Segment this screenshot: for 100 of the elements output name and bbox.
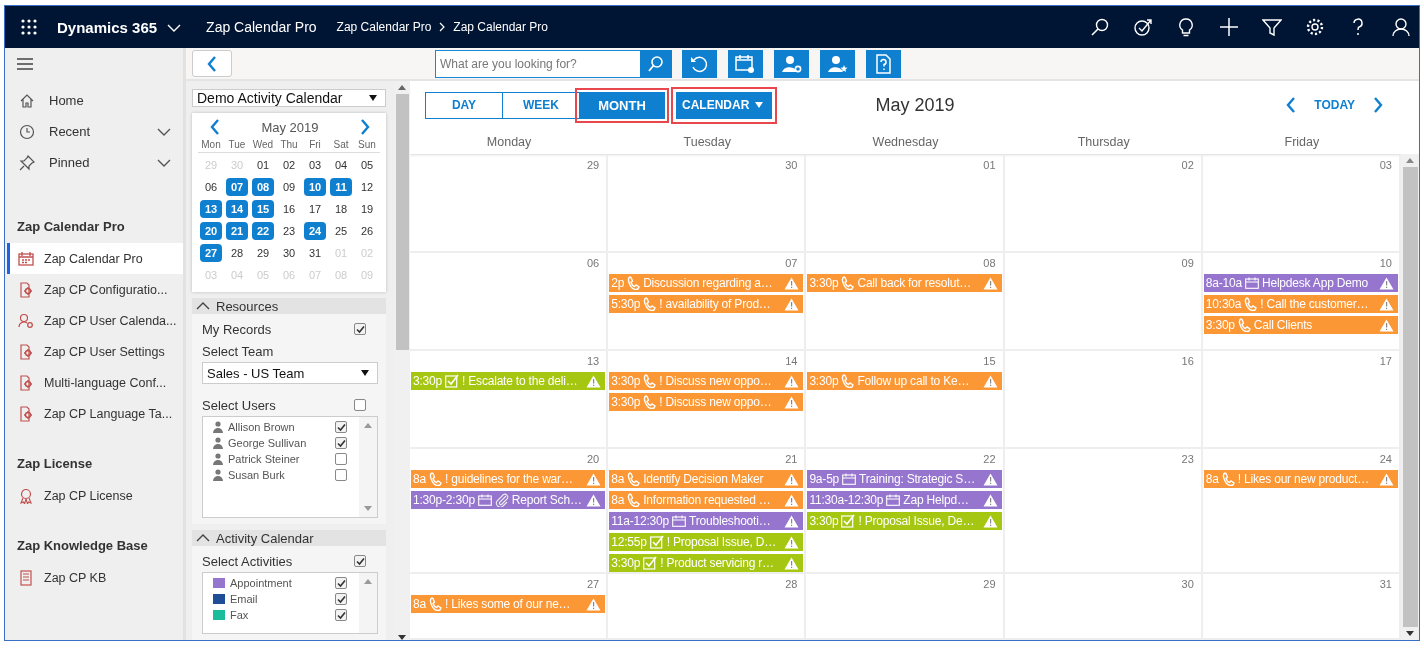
calendar-day[interactable]: 29 [252, 244, 274, 262]
scroll-up-arrow-icon[interactable] [1406, 158, 1414, 163]
checkbox[interactable] [335, 421, 347, 433]
calendar-day[interactable]: 12 [356, 178, 378, 196]
calendar-day[interactable]: 04 [330, 156, 352, 174]
activity-type[interactable]: Email [230, 593, 258, 605]
user-settings-button[interactable] [774, 49, 809, 78]
checkbox[interactable] [354, 555, 366, 567]
filter-icon[interactable] [1262, 17, 1282, 37]
calendar-day[interactable]: 19 [356, 200, 378, 218]
user-favorites-button[interactable] [820, 49, 855, 78]
calendar-day[interactable]: 15 [252, 200, 274, 218]
previous-month-icon[interactable] [210, 119, 220, 135]
calendar-day[interactable]: 26 [356, 222, 378, 240]
checkbox[interactable] [335, 577, 347, 589]
checkbox[interactable] [335, 593, 347, 605]
scroll-down-arrow-icon[interactable] [398, 635, 406, 640]
calendar-event[interactable]: 3:30p Call back for resolut… [807, 274, 1002, 292]
search-field[interactable]: What are you looking for? [435, 49, 640, 78]
nav-item[interactable]: Multi-language Conf... [7, 367, 183, 398]
nav-item[interactable]: Home [49, 93, 84, 108]
calendar-day[interactable]: 22 [252, 222, 274, 240]
calendar-event[interactable]: 8a ! guidelines for the war… [411, 470, 606, 488]
previous-icon[interactable] [1286, 97, 1297, 113]
help-document-button[interactable] [866, 49, 901, 78]
calendar-day[interactable]: 25 [330, 222, 352, 240]
user-name[interactable]: Susan Burk [228, 469, 285, 481]
scroll-up-arrow-icon[interactable] [364, 423, 372, 428]
checkbox[interactable] [335, 469, 347, 481]
next-icon[interactable] [1373, 97, 1383, 113]
breadcrumb-link[interactable]: Zap Calendar Pro [453, 20, 549, 34]
activity-type[interactable]: Fax [230, 609, 249, 621]
calendar-event[interactable]: 3:30p Follow up call to Ke… [807, 372, 1002, 390]
calendar-day[interactable]: 27 [200, 244, 222, 262]
refresh-button[interactable] [682, 49, 717, 78]
calendar-day[interactable]: 06 [200, 178, 222, 196]
settings-icon[interactable] [1305, 17, 1325, 37]
activity-type[interactable]: Appointment [230, 577, 292, 589]
team-dropdown[interactable]: Sales - US Team [202, 362, 378, 384]
user-name[interactable]: Allison Brown [228, 421, 295, 433]
product-name[interactable]: Dynamics 365 [57, 18, 158, 36]
calendar-day[interactable]: 08 [252, 178, 274, 196]
scroll-up-arrow-icon[interactable] [398, 85, 406, 90]
scroll-down-arrow-icon[interactable] [1406, 631, 1414, 636]
checkbox[interactable] [354, 399, 366, 411]
calendar-event[interactable]: 1:30p-2:30p Report Sch… [411, 491, 606, 509]
user-name[interactable]: Patrick Steiner [228, 453, 300, 465]
calendar-day[interactable]: 31 [304, 244, 326, 262]
calendar-day[interactable]: 13 [200, 200, 222, 218]
calendar-event[interactable]: 10:30a ! Call the customer… [1203, 295, 1398, 313]
nav-item[interactable]: Zap CP Language Ta... [7, 398, 183, 429]
lightbulb-icon[interactable] [1176, 17, 1196, 37]
calendar-event[interactable]: 9a-5p Training: Strategic S… [807, 470, 1002, 488]
search-icon[interactable] [1090, 17, 1110, 37]
calendar-day[interactable]: 17 [304, 200, 326, 218]
calendar-event[interactable]: 2p Discussion regarding a… [609, 274, 804, 292]
chevron-down-icon[interactable] [167, 24, 182, 32]
back-button[interactable] [192, 50, 232, 77]
scrollbar[interactable] [1401, 154, 1419, 640]
nav-item[interactable]: Zap CP User Settings [7, 336, 183, 367]
calendar-day[interactable]: 03 [304, 156, 326, 174]
nav-item[interactable]: Zap CP License [7, 480, 183, 511]
chevron-left-icon[interactable] [207, 55, 217, 72]
calendar-day[interactable]: 20 [200, 222, 222, 240]
next-month-icon[interactable] [360, 119, 370, 135]
scroll-up-arrow-icon[interactable] [364, 579, 372, 584]
calendar-day[interactable]: 18 [330, 200, 352, 218]
checkbox[interactable] [335, 609, 347, 621]
calendar-day[interactable]: 07 [226, 178, 248, 196]
today-link[interactable]: TODAY [1314, 98, 1355, 112]
app-launcher-icon[interactable] [21, 19, 37, 35]
calendar-day[interactable]: 09 [278, 178, 300, 196]
calendar-day[interactable]: 11 [330, 178, 352, 196]
menu-icon[interactable] [17, 58, 33, 70]
calendar-event[interactable]: 3:30p ! Discuss new oppo… [609, 393, 804, 411]
calendar-settings-button[interactable] [728, 49, 763, 78]
calendar-day[interactable]: 05 [356, 156, 378, 174]
nav-item[interactable]: Recent [49, 124, 91, 139]
nav-item[interactable]: Zap CP User Calenda... [7, 305, 183, 336]
app-title[interactable]: Zap Calendar Pro [206, 19, 317, 35]
plus-icon[interactable] [1219, 17, 1239, 37]
nav-item[interactable]: Zap Calendar Pro [7, 243, 183, 274]
calendar-day[interactable]: 23 [278, 222, 300, 240]
calendar-day[interactable]: 01 [252, 156, 274, 174]
nav-item[interactable]: Zap CP Configuratio... [7, 274, 183, 305]
calendar-day[interactable]: 14 [226, 200, 248, 218]
user-name[interactable]: George Sullivan [228, 437, 307, 449]
nav-item[interactable]: Pinned [49, 155, 90, 170]
calendar-event[interactable]: 3:30p ! Discuss new oppo… [609, 372, 804, 390]
calendar-mode-button[interactable]: CALENDAR [676, 91, 773, 119]
calendar-day[interactable]: 21 [226, 222, 248, 240]
calendar-dropdown[interactable]: Demo Activity Calendar [192, 89, 386, 107]
calendar-day[interactable]: 10 [304, 178, 326, 196]
calendar-day[interactable]: 24 [304, 222, 326, 240]
search-button[interactable] [640, 49, 672, 78]
chevron-up-icon[interactable] [196, 302, 210, 310]
checkbox[interactable] [335, 437, 347, 449]
checkbox[interactable] [335, 453, 347, 465]
calendar-event[interactable]: 8a ! Likes some of our ne… [411, 595, 606, 613]
breadcrumb-link[interactable]: Zap Calendar Pro [336, 20, 432, 34]
